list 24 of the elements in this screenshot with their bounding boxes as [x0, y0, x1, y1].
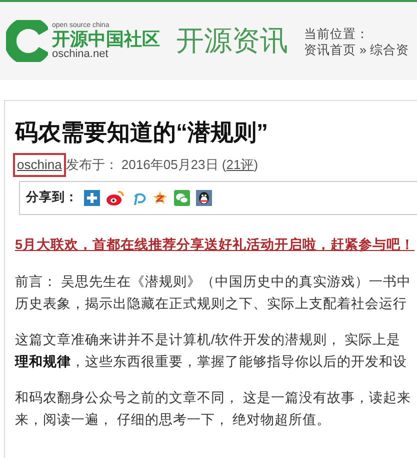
weibo-share-icon[interactable] [106, 190, 124, 206]
publish-date: 发布于： 2016年05月23日 ( [66, 156, 226, 174]
paragraph-line: 这篇文章准确来讲并不是计算机/软件开发的潜规则， 实际上是 [15, 330, 402, 349]
paragraph-line: 历史表象，揭示出隐藏在正式规则之下、实际上支配着社会运行 [15, 294, 408, 313]
logo-name: 开源中国社区 [52, 29, 160, 49]
logo-domain: oschina.net [52, 49, 110, 60]
paragraph-line: 前言： 吴思先生在《潜规则》（中国历史中的真实游戏）一书中 [15, 272, 412, 291]
wechat-share-icon[interactable] [174, 190, 190, 206]
paragraph-line: 来，阅读一遍， 仔细的思考一下， 绝对物超所值。 [15, 410, 332, 429]
c-logo-icon [6, 20, 48, 62]
share-label: 分享到： [26, 189, 78, 206]
author-link[interactable]: oschina [15, 155, 64, 174]
star-share-icon[interactable] [152, 190, 168, 206]
comments-link[interactable]: 21评 [226, 155, 254, 174]
section-title: 开源资讯 [176, 24, 288, 58]
paren-text: ) [254, 156, 258, 174]
article-title: 码农需要知道的“潜规则” [15, 118, 269, 147]
plus-share-icon[interactable] [84, 190, 100, 206]
paragraph-line: 理和规律，这些东西很重要，掌握了能够指导你以后的开发和设 [15, 352, 408, 371]
penguin-share-icon[interactable] [196, 190, 212, 206]
promo-link[interactable]: 5月大联欢，首都在线推荐分享送好礼活动开启啦，赶紧参与吧！ [15, 234, 417, 255]
breadcrumb-label: 当前位置： [304, 26, 370, 42]
paragraph-line: 和码农翻身公众号之前的文章不同， 这是一篇没有故事，读起来 [15, 388, 412, 407]
breadcrumb: 资讯首页 » 综合资 [304, 42, 409, 58]
